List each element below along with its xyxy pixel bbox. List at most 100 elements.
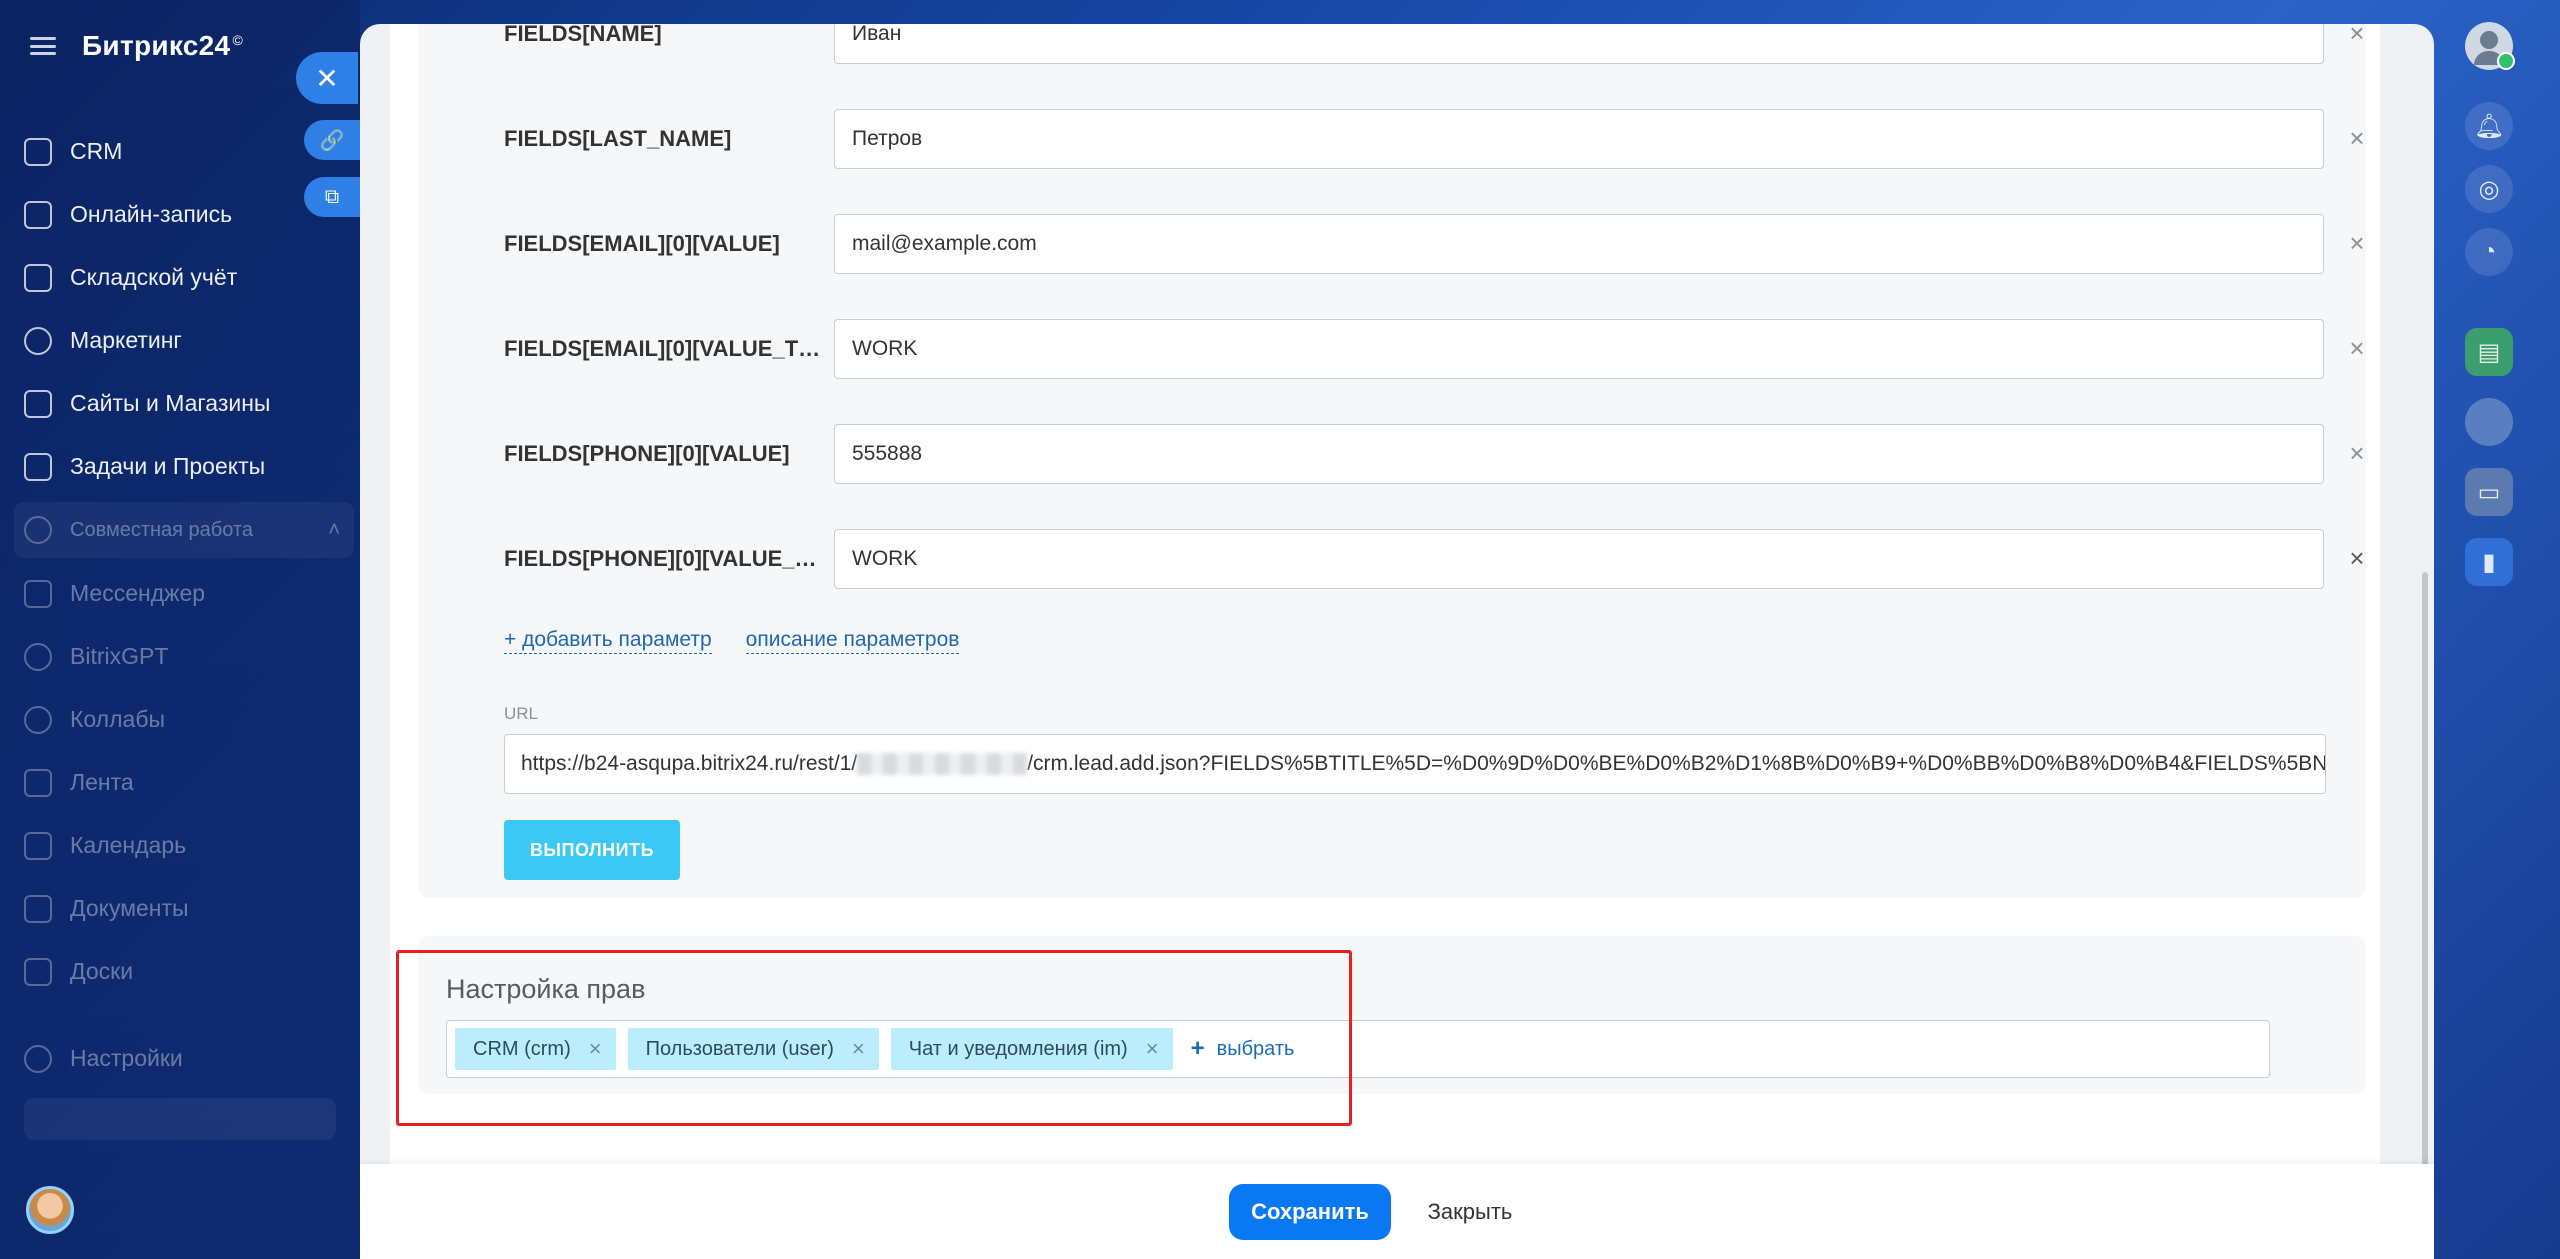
avatar[interactable] [26, 1186, 74, 1234]
sidebar-item-collabs[interactable]: Коллабы [24, 688, 344, 751]
sidebar-item-feed[interactable]: Лента [24, 751, 344, 814]
save-button[interactable]: Сохранить [1229, 1184, 1391, 1240]
param-links: + добавить параметр описание параметров [504, 628, 960, 654]
sidebar-item-crm[interactable]: CRM [24, 120, 344, 183]
target-icon [24, 326, 52, 355]
remove-param-icon[interactable]: × [2342, 319, 2372, 379]
sidebar-item-warehouse[interactable]: Складской учёт [24, 246, 344, 309]
sidebar-item-label: Мессенджер [70, 580, 206, 606]
run-button[interactable]: ВЫПОЛНИТЬ [504, 820, 680, 880]
bookmark-icon[interactable]: ▮ [2465, 538, 2513, 586]
sidebar-group-collab[interactable]: Совместная работа ˄ [14, 502, 354, 558]
scrollbar-thumb[interactable] [2422, 572, 2428, 1252]
sidebar-item-label: Задачи и Проекты [70, 453, 266, 479]
copilot-icon[interactable]: ◎ [2465, 165, 2513, 213]
param-row: FIELDS[EMAIL][0][VALUE_TY... WORK × [504, 319, 2384, 379]
param-row: FIELDS[EMAIL][0][VALUE] mail@example.com… [504, 214, 2384, 274]
sidebar-bottom-button[interactable] [24, 1098, 336, 1140]
sidebar-item-marketing[interactable]: Маркетинг [24, 309, 344, 372]
sidebar-item-label: Онлайн-запись [70, 201, 233, 227]
remove-tag-icon[interactable]: × [852, 1036, 865, 1062]
param-value-input[interactable]: WORK [834, 319, 2324, 379]
plus-icon: + [1190, 1035, 1205, 1062]
cart-icon [24, 389, 52, 418]
sidebar-item-label: BitrixGPT [70, 643, 169, 669]
scope-tag-label: CRM (crm) [473, 1037, 571, 1060]
sidebar-item-bitrixgpt[interactable]: BitrixGPT [24, 625, 344, 688]
param-name: FIELDS[PHONE][0][VALUE_TY... [504, 546, 824, 571]
sidebar-item-messenger[interactable]: Мессенджер [24, 562, 344, 625]
menu-burger-icon[interactable] [30, 37, 56, 55]
scope-tag-im: Чат и уведомления (im) × [890, 1028, 1173, 1070]
open-new-window-button[interactable]: ⧉ [304, 177, 360, 217]
sidebar-item-label: Документы [70, 895, 189, 921]
messages-icon[interactable]: ▭ [2465, 468, 2513, 516]
feed-icon [24, 768, 52, 797]
param-value-input[interactable]: Петров [834, 109, 2324, 169]
param-name: FIELDS[EMAIL][0][VALUE_TY... [504, 336, 824, 361]
external-link-icon: ⧉ [324, 185, 340, 208]
warehouse-icon [24, 263, 52, 292]
calendar-booking-icon [24, 200, 52, 229]
remove-param-icon[interactable]: × [2342, 24, 2372, 64]
param-name: FIELDS[EMAIL][0][VALUE] [504, 231, 780, 256]
params-card: FIELDS[NAME] Иван × FIELDS[LAST_NAME] Пе… [418, 24, 2366, 898]
param-value-input[interactable]: mail@example.com [834, 214, 2324, 274]
gear-icon [24, 1044, 52, 1073]
remove-param-icon[interactable]: × [2342, 529, 2372, 589]
board-icon [24, 957, 52, 986]
chat-icon [24, 579, 52, 608]
rights-selector[interactable]: CRM (crm) × Пользователи (user) × Чат и … [446, 1020, 2270, 1078]
brand-logo[interactable]: Битрикс24 © [82, 30, 243, 62]
remove-param-icon[interactable]: × [2342, 424, 2372, 484]
online-status-icon [2497, 52, 2515, 70]
link-icon: 🔗 [319, 129, 345, 152]
remove-param-icon[interactable]: × [2342, 214, 2372, 274]
redacted-token [857, 753, 1028, 776]
sidebar-item-tasks[interactable]: Задачи и Проекты [24, 435, 344, 498]
sidebar-item-label: Настройки [70, 1045, 183, 1071]
url-label: URL [504, 704, 539, 723]
params-description-link[interactable]: описание параметров [745, 628, 960, 654]
url-suffix: /crm.lead.add.json?FIELDS%5BTITLE%5D=%D0… [1027, 752, 2326, 775]
param-row: FIELDS[LAST_NAME] Петров × [504, 109, 2384, 169]
sidebar-item-label: Маркетинг [70, 327, 182, 353]
user-avatar[interactable] [2465, 22, 2515, 70]
sidebar-item-settings[interactable]: Настройки [24, 1027, 344, 1090]
bell-icon[interactable]: 🔔︎ [2465, 102, 2513, 150]
sidebar-item-online-booking[interactable]: Онлайн-запись [24, 183, 344, 246]
collab-icon [24, 705, 52, 734]
notes-icon[interactable]: ▤ [2465, 328, 2513, 376]
choose-scope-button[interactable]: + выбрать [1191, 1035, 1295, 1063]
ai-icon [24, 642, 52, 671]
param-value-input[interactable]: 555888 [834, 424, 2324, 484]
param-value-input[interactable]: WORK [834, 529, 2324, 589]
avatar-head-shape [2480, 31, 2498, 49]
sidebar-item-sites[interactable]: Сайты и Магазины [24, 372, 344, 435]
remove-param-icon[interactable]: × [2342, 109, 2372, 169]
param-row: FIELDS[NAME] Иван × [504, 24, 2384, 64]
sidebar-group-label: Совместная работа [70, 518, 253, 541]
param-name: FIELDS[PHONE][0][VALUE] [504, 441, 790, 466]
url-field[interactable]: https://b24-asqupa.bitrix24.ru/rest/1/ /c… [504, 734, 2326, 794]
sidebar-item-label: Сайты и Магазины [70, 390, 271, 416]
remove-tag-icon[interactable]: × [589, 1036, 602, 1062]
crm-funnel-icon [24, 137, 52, 166]
rights-title: Настройка прав [446, 974, 646, 1004]
sidebar-item-calendar[interactable]: Календарь [24, 814, 344, 877]
scope-tag-user: Пользователи (user) × [627, 1028, 879, 1070]
sidebar-item-boards[interactable]: Доски [24, 940, 344, 1003]
add-param-link[interactable]: + добавить параметр [504, 628, 712, 654]
document-icon [24, 894, 52, 923]
param-row: FIELDS[PHONE][0][VALUE] 555888 × [504, 424, 2384, 484]
contact-avatar[interactable] [2465, 398, 2513, 446]
scope-tag-label: Пользователи (user) [645, 1037, 834, 1060]
remove-tag-icon[interactable]: × [1146, 1036, 1159, 1062]
close-slider-button[interactable]: ✕ [296, 52, 358, 104]
close-button[interactable]: Закрыть [1412, 1184, 1528, 1240]
sidebar-item-documents[interactable]: Документы [24, 877, 344, 940]
param-value-input[interactable]: Иван [834, 24, 2324, 64]
chat-bubble-icon[interactable]: ◔ [2465, 228, 2513, 276]
copy-link-button[interactable]: 🔗 [304, 120, 360, 160]
param-row: FIELDS[PHONE][0][VALUE_TY... WORK × [504, 529, 2384, 589]
